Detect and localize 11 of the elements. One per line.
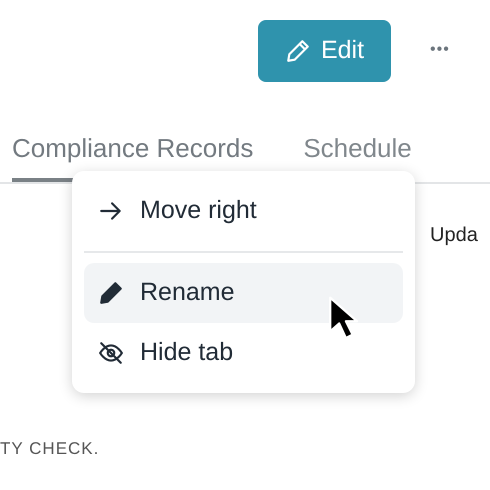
pencil-icon — [98, 280, 124, 306]
menu-item[interactable]: Rename — [84, 263, 403, 323]
menu-item[interactable]: Move right — [84, 181, 403, 241]
column-header: Upda — [430, 223, 478, 248]
menu-item[interactable]: Hide tab — [84, 323, 403, 383]
section-label: TY CHECK. — [0, 438, 100, 460]
more-button[interactable]: ••• — [430, 36, 450, 64]
eye-slash-icon — [98, 340, 124, 366]
edit-button[interactable]: Edit — [258, 20, 391, 82]
tab[interactable]: Schedule — [303, 118, 412, 182]
pencil-icon — [284, 38, 311, 64]
